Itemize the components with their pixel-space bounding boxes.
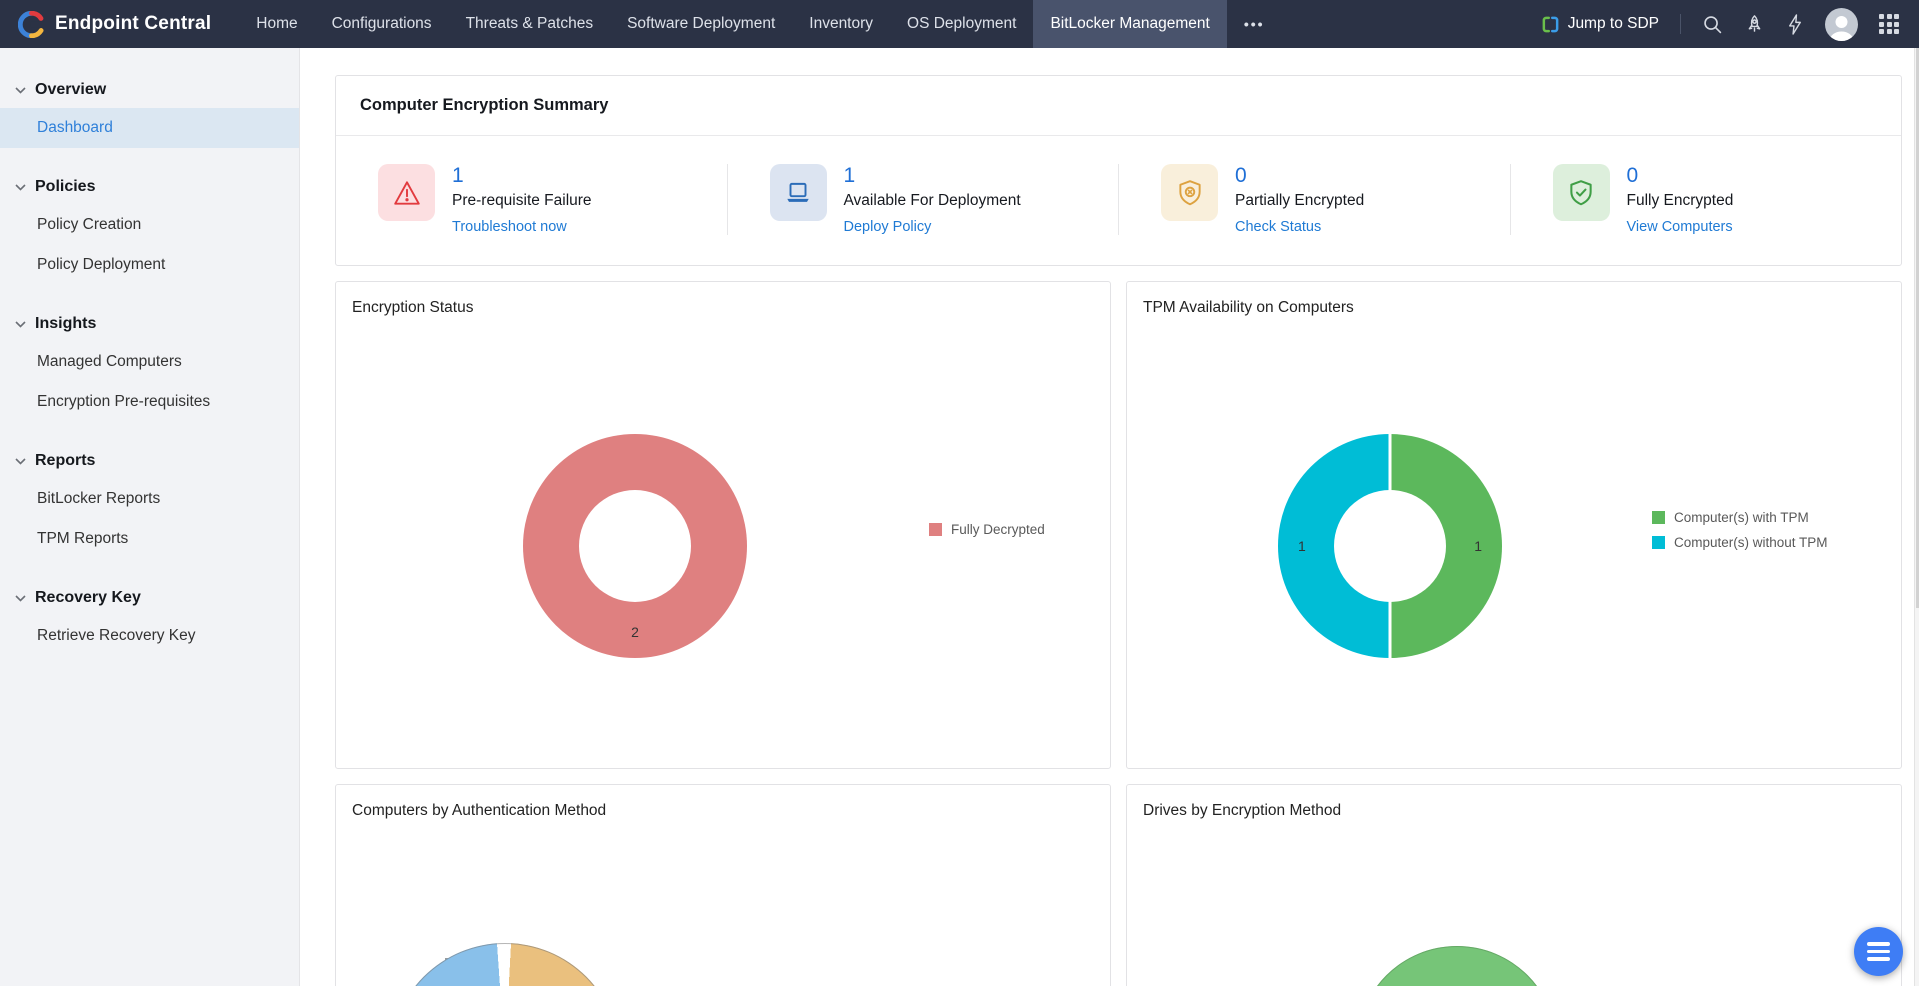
summary-card-prerequisite-failure: 1 Pre-requisite Failure Troubleshoot now — [336, 164, 727, 235]
chevron-down-icon — [15, 183, 26, 191]
nav-right-actions: Jump to SDP — [1541, 0, 1919, 48]
computer-encryption-summary-card: Computer Encryption Summary 1 Pre-requis… — [335, 75, 1902, 267]
sidebar-header-overview[interactable]: Overview — [0, 72, 299, 108]
top-nav: Endpoint Central Home Configurations Thr… — [0, 0, 1919, 48]
shield-check-icon — [1552, 164, 1610, 221]
laptop-icon — [769, 164, 827, 221]
brand[interactable]: Endpoint Central — [0, 0, 239, 48]
tpm-without-slice-value: 1 — [1298, 538, 1306, 555]
sidebar-section-policies: Policies Policy Creation Policy Deployme… — [0, 169, 299, 285]
prerequisite-failure-count: 1 — [452, 164, 464, 187]
warning-triangle-icon — [378, 164, 435, 221]
tpm-availability-legend: Computer(s) with TPM Computer(s) without… — [1652, 510, 1828, 550]
troubleshoot-now-link[interactable]: Troubleshoot now — [452, 219, 592, 235]
chevron-down-icon — [15, 457, 26, 465]
scrollbar[interactable] — [1914, 48, 1919, 986]
tpm-availability-title: TPM Availability on Computers — [1143, 299, 1354, 317]
fully-encrypted-label: Fully Encrypted — [1626, 192, 1734, 210]
legend-without-tpm[interactable]: Computer(s) without TPM — [1652, 535, 1828, 550]
drives-by-encryption-method-pie[interactable] — [1357, 946, 1557, 986]
user-avatar[interactable] — [1825, 7, 1858, 41]
legend-with-tpm[interactable]: Computer(s) with TPM — [1652, 510, 1828, 525]
main-menu: Home Configurations Threats & Patches So… — [239, 0, 1281, 48]
encryption-status-legend: Fully Decrypted — [929, 522, 1045, 537]
encryption-status-slice-value: 2 — [631, 624, 639, 641]
nav-item-os-deployment[interactable]: OS Deployment — [890, 0, 1033, 48]
jump-to-sdp-button[interactable]: Jump to SDP — [1541, 15, 1659, 34]
available-deployment-count: 1 — [843, 164, 856, 187]
apps-grid-icon[interactable] — [1879, 14, 1899, 34]
encryption-status-donut[interactable]: 2 — [523, 434, 747, 659]
sidebar-section-overview: Overview Dashboard — [0, 72, 299, 148]
drives-by-encryption-method-card: Drives by Encryption Method — [1126, 784, 1902, 986]
summary-card-fully-encrypted: 0 Fully Encrypted View Computers — [1509, 164, 1902, 236]
nav-item-bitlocker-management[interactable]: BitLocker Management — [1033, 0, 1227, 48]
sidebar-item-policy-creation[interactable]: Policy Creation — [0, 205, 299, 245]
tpm-with-slice-value: 1 — [1474, 538, 1482, 555]
sidebar-section-recovery-key: Recovery Key Retrieve Recovery Key — [0, 580, 299, 656]
sidebar-header-reports[interactable]: Reports — [0, 443, 299, 479]
sidebar-item-encryption-prerequisites[interactable]: Encryption Pre-requisites — [0, 382, 299, 422]
hamburger-icon — [1867, 942, 1890, 946]
endpoint-central-logo-icon — [18, 10, 45, 38]
chevron-down-icon — [15, 86, 26, 94]
encryption-status-card: Encryption Status 2 Fully Decrypted — [335, 281, 1111, 770]
deploy-policy-link[interactable]: Deploy Policy — [844, 219, 1021, 235]
sidebar-header-policies[interactable]: Policies — [0, 169, 299, 205]
tpm-availability-card: TPM Availability on Computers 1 1 Comput… — [1126, 281, 1902, 770]
brand-name: Endpoint Central — [55, 13, 212, 34]
sidebar-item-dashboard[interactable]: Dashboard — [0, 108, 299, 148]
nav-item-inventory[interactable]: Inventory — [792, 0, 890, 48]
computers-by-auth-method-title: Computers by Authentication Method — [352, 802, 607, 820]
partially-encrypted-label: Partially Encrypted — [1235, 192, 1365, 210]
summary-card-available-for-deployment: 1 Available For Deployment Deploy Policy — [726, 164, 1119, 236]
legend-swatch-with-tpm — [1652, 511, 1665, 525]
view-computers-link[interactable]: View Computers — [1627, 219, 1734, 235]
computers-by-auth-method-pie[interactable] — [390, 943, 620, 986]
floating-menu-button[interactable] — [1854, 927, 1903, 976]
chevron-down-icon — [15, 320, 26, 328]
nav-item-threats-patches[interactable]: Threats & Patches — [449, 0, 611, 48]
sidebar: Overview Dashboard Policies Policy Creat… — [0, 48, 300, 986]
sidebar-header-recovery-key[interactable]: Recovery Key — [0, 580, 299, 616]
sidebar-item-retrieve-recovery-key[interactable]: Retrieve Recovery Key — [0, 616, 299, 656]
nav-item-software-deployment[interactable]: Software Deployment — [610, 0, 792, 48]
rocket-icon[interactable] — [1744, 14, 1765, 35]
encryption-status-title: Encryption Status — [352, 299, 474, 317]
nav-divider — [1680, 14, 1681, 34]
legend-swatch-fully-decrypted — [929, 523, 942, 537]
nav-item-configurations[interactable]: Configurations — [315, 0, 449, 48]
computers-by-auth-method-card: Computers by Authentication Method — [335, 784, 1111, 986]
main-content: Computer Encryption Summary 1 Pre-requis… — [300, 48, 1919, 986]
search-icon[interactable] — [1702, 14, 1723, 35]
charts-row: Encryption Status 2 Fully Decrypted TPM … — [335, 281, 1902, 770]
nav-item-home[interactable]: Home — [239, 0, 314, 48]
lightning-icon[interactable] — [1786, 13, 1804, 35]
available-deployment-label: Available For Deployment — [843, 192, 1021, 210]
sidebar-item-tpm-reports[interactable]: TPM Reports — [0, 519, 299, 559]
legend-fully-decrypted[interactable]: Fully Decrypted — [929, 522, 1045, 537]
sdp-icon — [1541, 15, 1560, 34]
bottom-charts-row: Computers by Authentication Method Drive… — [335, 784, 1902, 986]
fully-encrypted-count: 0 — [1626, 164, 1639, 187]
summary-card-partially-encrypted: 0 Partially Encrypted Check Status — [1118, 164, 1510, 236]
summary-row: 1 Pre-requisite Failure Troubleshoot now… — [336, 136, 1901, 265]
summary-title: Computer Encryption Summary — [336, 76, 1901, 136]
partially-encrypted-count: 0 — [1235, 164, 1247, 187]
sidebar-item-managed-computers[interactable]: Managed Computers — [0, 342, 299, 382]
sidebar-item-bitlocker-reports[interactable]: BitLocker Reports — [0, 479, 299, 519]
drives-by-encryption-method-title: Drives by Encryption Method — [1143, 802, 1342, 820]
prerequisite-failure-label: Pre-requisite Failure — [452, 192, 592, 210]
chevron-down-icon — [15, 594, 26, 602]
shield-x-icon — [1161, 164, 1218, 221]
nav-overflow-menu[interactable]: ••• — [1227, 0, 1282, 48]
sidebar-section-insights: Insights Managed Computers Encryption Pr… — [0, 306, 299, 422]
sidebar-section-reports: Reports BitLocker Reports TPM Reports — [0, 443, 299, 559]
sidebar-header-insights[interactable]: Insights — [0, 306, 299, 342]
check-status-link[interactable]: Check Status — [1235, 219, 1364, 235]
legend-swatch-without-tpm — [1652, 536, 1665, 550]
jump-to-sdp-label: Jump to SDP — [1567, 15, 1659, 32]
tpm-availability-donut[interactable]: 1 1 — [1278, 434, 1502, 659]
sidebar-item-policy-deployment[interactable]: Policy Deployment — [0, 245, 299, 285]
